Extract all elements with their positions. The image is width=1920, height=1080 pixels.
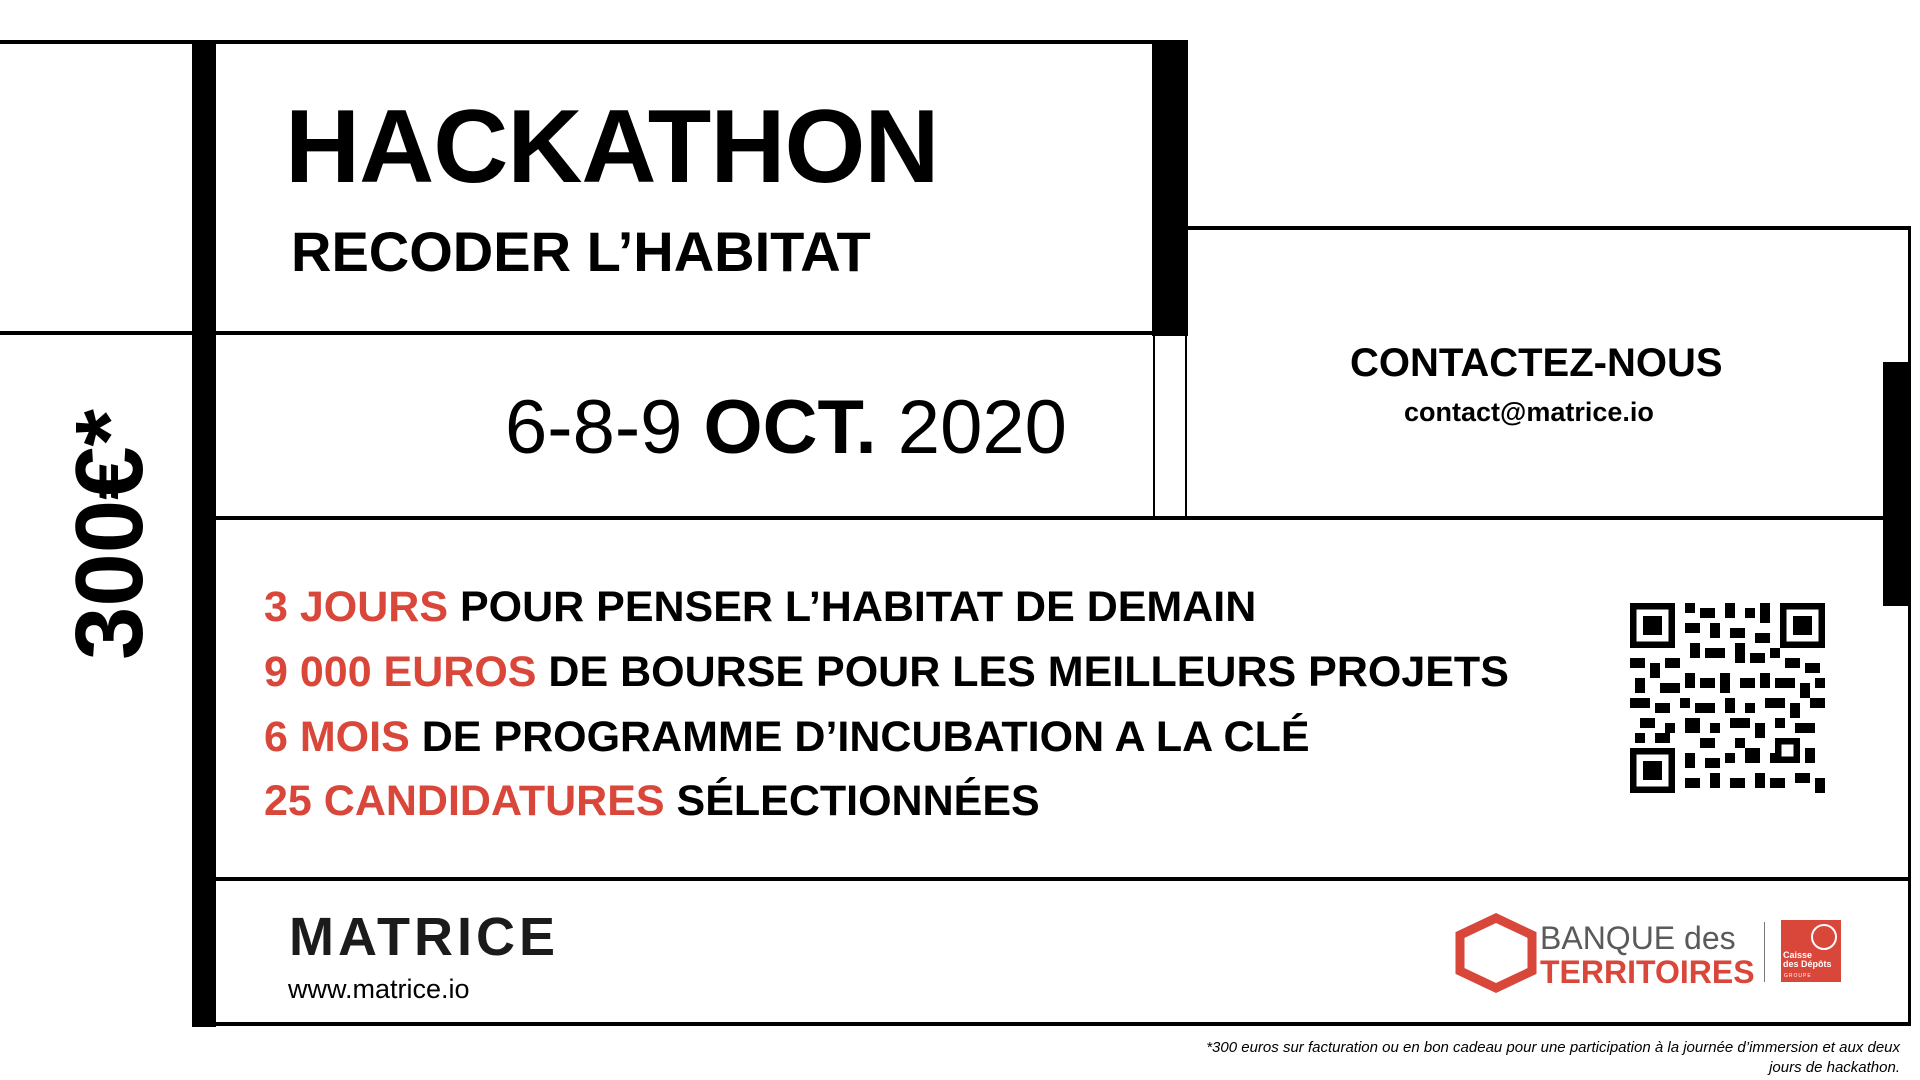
qr-code-icon[interactable] <box>1630 603 1825 793</box>
price-svg: 300€* <box>56 408 163 660</box>
page-subtitle: RECODER L’HABITAT <box>291 220 871 283</box>
top-border-line <box>0 40 1188 44</box>
right-thick-bar <box>1883 362 1908 606</box>
event-year: 2020 <box>897 385 1067 470</box>
feature-item: 6 MOIS DE PROGRAMME D’INCUBATION A LA CL… <box>264 716 1310 759</box>
banque-logo-line1: BANQUE des <box>1540 920 1736 956</box>
contact-email-link[interactable]: contact@matrice.io <box>1404 399 1654 426</box>
title-right-thick-bar <box>1152 42 1188 336</box>
matrice-website-link[interactable]: www.matrice.io <box>288 976 470 1003</box>
banque-divider <box>1764 922 1765 982</box>
date-box-divider-a <box>1153 335 1155 518</box>
qr-code-graphic <box>1630 603 1825 793</box>
feature-item: 9 000 EUROS DE BOURSE POUR LES MEILLEURS… <box>264 651 1509 694</box>
feature-text: POUR PENSER L’HABITAT DE DEMAIN <box>448 583 1257 631</box>
caisse-des-depots-logo: Caisse des Dépôts GROUPE <box>1781 920 1841 982</box>
middle-divider-line <box>195 516 1910 520</box>
left-header-divider <box>0 331 195 335</box>
matrice-logo: MATRICE <box>289 907 559 967</box>
feature-highlight: 3 JOURS <box>264 583 449 631</box>
feature-text: SÉLECTIONNÉES <box>664 777 1040 825</box>
bottom-border-line <box>195 1022 1910 1026</box>
page-title: HACKATHON <box>285 89 939 205</box>
banque-logo-line2: TERRITOIRES <box>1540 954 1755 990</box>
contact-title: CONTACTEZ-NOUS <box>1350 341 1723 385</box>
feature-highlight: 6 MOIS <box>264 713 410 761</box>
caisse-seal-icon <box>1811 924 1837 950</box>
title-bottom-line <box>195 331 1155 335</box>
feature-item: 25 CANDIDATURES SÉLECTIONNÉES <box>264 780 1040 823</box>
feature-highlight: 9 000 EUROS <box>264 648 537 696</box>
banque-hexagon-icon <box>1453 913 1539 993</box>
banque-hexagon-graphic <box>1455 913 1537 993</box>
price-text: 300€* <box>56 408 160 660</box>
feature-item: 3 JOURS POUR PENSER L’HABITAT DE DEMAIN <box>264 586 1256 629</box>
contact-box-top-line <box>1188 226 1910 230</box>
feature-text: DE BOURSE POUR LES MEILLEURS PROJETS <box>536 648 1509 696</box>
footnote: *300 euros sur facturation ou en bon cad… <box>1206 1039 1900 1076</box>
caisse-logo-group: GROUPE <box>1784 973 1812 979</box>
caisse-logo-text: Caisse des Dépôts <box>1783 950 1832 970</box>
features-bottom-line <box>195 877 1910 881</box>
feature-text: DE PROGRAMME D’INCUBATION A LA CLÉ <box>409 713 1310 761</box>
right-border-line <box>1908 226 1911 1026</box>
feature-highlight: 25 CANDIDATURES <box>264 777 665 825</box>
event-dates: 6-8-9 OCT. 2020 <box>505 390 1067 466</box>
event-month: OCT. <box>703 385 877 470</box>
price-label: 300€* <box>50 370 163 660</box>
date-box-divider-b <box>1185 335 1187 518</box>
event-days: 6-8-9 <box>505 385 683 470</box>
